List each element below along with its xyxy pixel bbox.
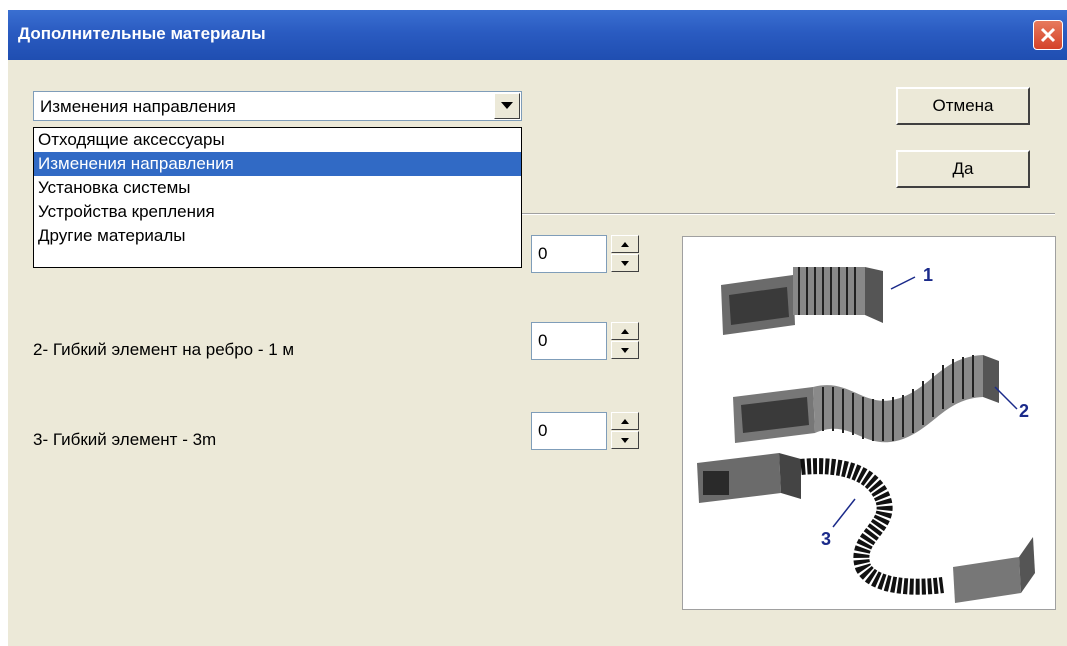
quantity-input-1[interactable]: 0 bbox=[531, 235, 607, 273]
title-bar[interactable]: Дополнительные материалы bbox=[8, 10, 1067, 60]
cable-duct-illustration bbox=[697, 267, 1035, 603]
arrow-down-icon bbox=[621, 260, 629, 266]
combobox-dropdown-list: Отходящие аксессуары Изменения направлен… bbox=[33, 127, 522, 268]
flex-element-1-drawing bbox=[721, 267, 916, 335]
combobox-dropdown-button[interactable] bbox=[494, 93, 520, 119]
spin-up-button-2[interactable] bbox=[611, 322, 639, 340]
product-illustration: 1 2 3 bbox=[682, 236, 1056, 610]
dialog-content: Изменения направления Отходящие аксессуа… bbox=[8, 60, 1067, 646]
ok-button[interactable]: Да bbox=[896, 150, 1030, 188]
chevron-down-icon bbox=[501, 102, 513, 109]
dropdown-option[interactable]: Отходящие аксессуары bbox=[34, 128, 521, 152]
spin-down-button-2[interactable] bbox=[611, 341, 639, 359]
close-icon bbox=[1040, 27, 1056, 43]
quantity-stepper-1: 0 bbox=[531, 235, 643, 273]
callout-1: 1 bbox=[923, 265, 934, 285]
spin-up-button-1[interactable] bbox=[611, 235, 639, 253]
arrow-down-icon bbox=[621, 347, 629, 353]
dropdown-option[interactable]: Другие материалы bbox=[34, 224, 521, 248]
quantity-input-2[interactable]: 0 bbox=[531, 322, 607, 360]
spin-up-button-3[interactable] bbox=[611, 412, 639, 430]
item-label-2: 2- Гибкий элемент на ребро - 1 м bbox=[33, 340, 295, 359]
spin-down-button-3[interactable] bbox=[611, 431, 639, 449]
spin-down-button-1[interactable] bbox=[611, 254, 639, 272]
dropdown-option[interactable]: Устройства крепления bbox=[34, 200, 521, 224]
quantity-input-3[interactable]: 0 bbox=[531, 412, 607, 450]
callout-2: 2 bbox=[1019, 401, 1030, 421]
dialog-window: Дополнительные материалы Изменения напра… bbox=[8, 10, 1067, 646]
arrow-down-icon bbox=[621, 437, 629, 443]
cancel-button[interactable]: Отмена bbox=[896, 87, 1030, 125]
close-button[interactable] bbox=[1033, 20, 1063, 50]
category-combobox[interactable]: Изменения направления bbox=[33, 91, 522, 121]
flex-element-2-drawing bbox=[733, 355, 1018, 443]
dropdown-option[interactable]: Установка системы bbox=[34, 176, 521, 200]
window-title: Дополнительные материалы bbox=[18, 24, 266, 43]
flex-element-3-drawing bbox=[697, 453, 1035, 603]
dropdown-option-selected[interactable]: Изменения направления bbox=[34, 152, 521, 176]
arrow-up-icon bbox=[621, 241, 629, 247]
arrow-up-icon bbox=[621, 418, 629, 424]
item-label-3: 3- Гибкий элемент - 3m bbox=[33, 430, 217, 449]
quantity-stepper-2: 0 bbox=[531, 322, 643, 360]
quantity-stepper-3: 0 bbox=[531, 412, 643, 450]
callout-3: 3 bbox=[821, 529, 832, 549]
arrow-up-icon bbox=[621, 328, 629, 334]
combobox-value: Изменения направления bbox=[40, 97, 236, 116]
